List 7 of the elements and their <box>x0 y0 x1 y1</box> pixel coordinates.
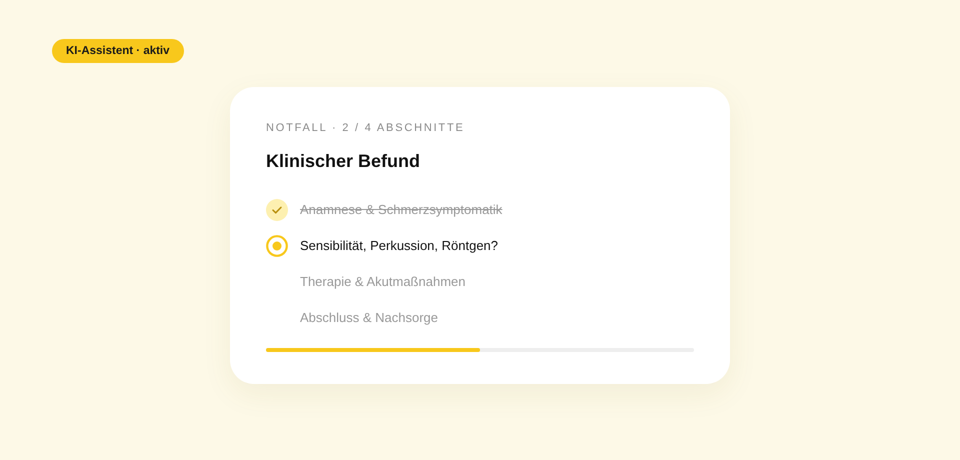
step-label: Sensibilität, Perkussion, Röntgen? <box>300 237 498 256</box>
section-counter: NOTFALL · 2 / 4 ABSCHNITTE <box>266 121 466 136</box>
card-title: Klinischer Befund <box>266 150 422 172</box>
status-badge: KI-Assistent · aktiv <box>52 39 184 63</box>
step-label: Anamnese & Schmerzsymptomatik <box>300 201 502 220</box>
step-label: Therapie & Akutmaßnahmen <box>300 273 466 292</box>
step-label: Abschluss & Nachsorge <box>300 309 438 328</box>
